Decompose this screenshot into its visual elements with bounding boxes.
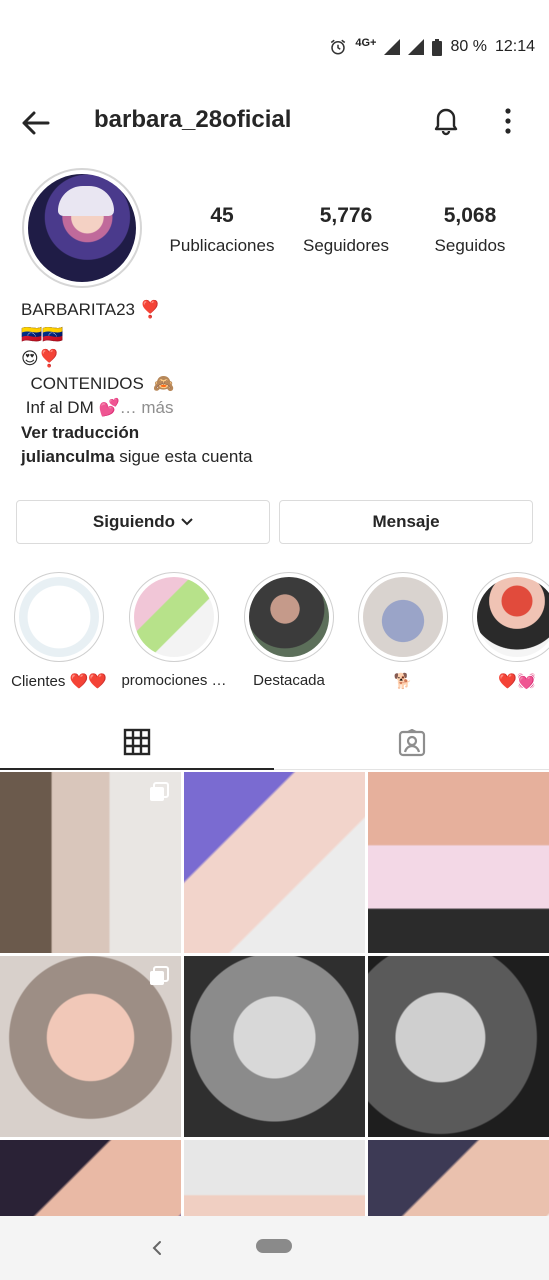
signal-icon [384,39,401,55]
more-vertical-icon[interactable] [497,106,519,136]
highlight-cover [249,577,329,657]
highlight-name: ❤️💓 [498,673,536,690]
bio-flags: 🇻🇪🇻🇪 [21,324,64,344]
bio-dm: Inf al DM 💕… más [21,396,531,421]
carousel-icon [150,782,169,801]
post-thumbnail[interactable] [184,772,365,953]
profile-header: barbara_28oficial [0,96,549,148]
highlight-item[interactable]: 🐕 [348,572,458,690]
bio-content: CONTENIDOS 🙈 [21,373,175,393]
profile-tabs [0,716,549,770]
highlight-name: Destacada [253,672,325,689]
status-bar: 4G+ 80 % 12:14 [0,0,549,90]
stat-value: 45 [210,204,234,227]
profile-stats: 45 Publicaciones 5,776 Seguidores 5,068 … [160,204,549,256]
battery-icon [432,38,443,56]
grid-icon [123,728,151,756]
profile-bio: BARBARITA23 ❣️ 🇻🇪🇻🇪 😍❣️ CONTENIDOS 🙈 Inf… [21,298,531,470]
bio-emojis: 😍❣️ [21,349,60,368]
profile-avatar[interactable] [22,168,142,288]
stat-label: Seguidos [434,236,506,255]
signal-icon [408,39,425,55]
highlight-cover [477,577,549,657]
highlight-ring [358,572,448,662]
highlight-item[interactable]: Clientes ❤️❤️ [4,572,114,690]
highlight-name: Clientes ❤️❤️ [11,673,107,690]
message-label: Mensaje [372,512,440,531]
message-button[interactable]: Mensaje [279,500,533,544]
highlight-cover [19,577,99,657]
tab-tagged[interactable] [275,716,549,770]
highlight-item[interactable]: promociones … [119,572,229,689]
stat-followers[interactable]: 5,776 Seguidores [284,204,408,256]
chevron-down-icon [181,518,193,526]
highlight-ring [14,572,104,662]
profile-actions: Siguiendo Mensaje [16,500,533,544]
status-icons: 4G+ 80 % 12:14 [329,37,535,56]
stat-label: Publicaciones [169,236,275,255]
post-thumbnail[interactable] [0,956,181,1137]
highlight-ring [472,572,549,662]
highlight-ring [129,572,219,662]
following-label: Siguiendo [92,512,176,531]
clock: 12:14 [494,38,535,55]
nav-home-pill[interactable] [256,1239,292,1253]
post-thumbnail[interactable] [184,956,365,1137]
post-thumbnail[interactable] [368,772,549,953]
followed-by-user[interactable]: julianculma [21,447,115,466]
see-translation-link[interactable]: Ver traducción [21,421,531,446]
post-thumbnail[interactable] [0,772,181,953]
tagged-person-icon [398,729,426,757]
highlight-item[interactable]: ❤️💓 [462,572,549,690]
following-button[interactable]: Siguiendo [16,500,270,544]
avatar-image [28,174,136,282]
highlight-ring [244,572,334,662]
network-type: 4G+ [355,37,377,49]
bio-dm-text: Inf al DM 💕 [21,398,120,417]
carousel-icon [150,966,169,985]
highlight-name: 🐕 [393,673,413,690]
highlight-cover [363,577,443,657]
bio-more-link[interactable]: … más [120,398,174,417]
stat-value: 5,776 [319,204,373,227]
alarm-icon [331,39,346,55]
battery-level: 80 % [450,38,487,55]
stat-following[interactable]: 5,068 Seguidos [408,204,532,256]
followed-by: julianculma sigue esta cuenta [21,445,531,470]
bio-name: BARBARITA23 ❣️ [21,300,161,319]
story-highlights: Clientes ❤️❤️ promociones … Destacada 🐕 … [0,572,549,692]
tab-posts-grid[interactable] [0,716,274,770]
bell-icon[interactable] [430,104,462,136]
profile-username: barbara_28oficial [94,106,292,133]
stat-value: 5,068 [443,204,497,227]
post-thumbnail[interactable] [368,956,549,1137]
nav-back-icon[interactable] [148,1238,166,1258]
android-nav-bar [0,1216,549,1280]
highlight-item[interactable]: Destacada [234,572,344,689]
posts-grid [0,772,549,1280]
followed-by-text: sigue esta cuenta [114,447,253,466]
highlight-name: promociones … [121,672,227,689]
stat-label: Seguidores [302,236,389,255]
stat-posts[interactable]: 45 Publicaciones [160,204,284,256]
arrow-left-icon[interactable] [18,106,52,140]
highlight-cover [134,577,214,657]
